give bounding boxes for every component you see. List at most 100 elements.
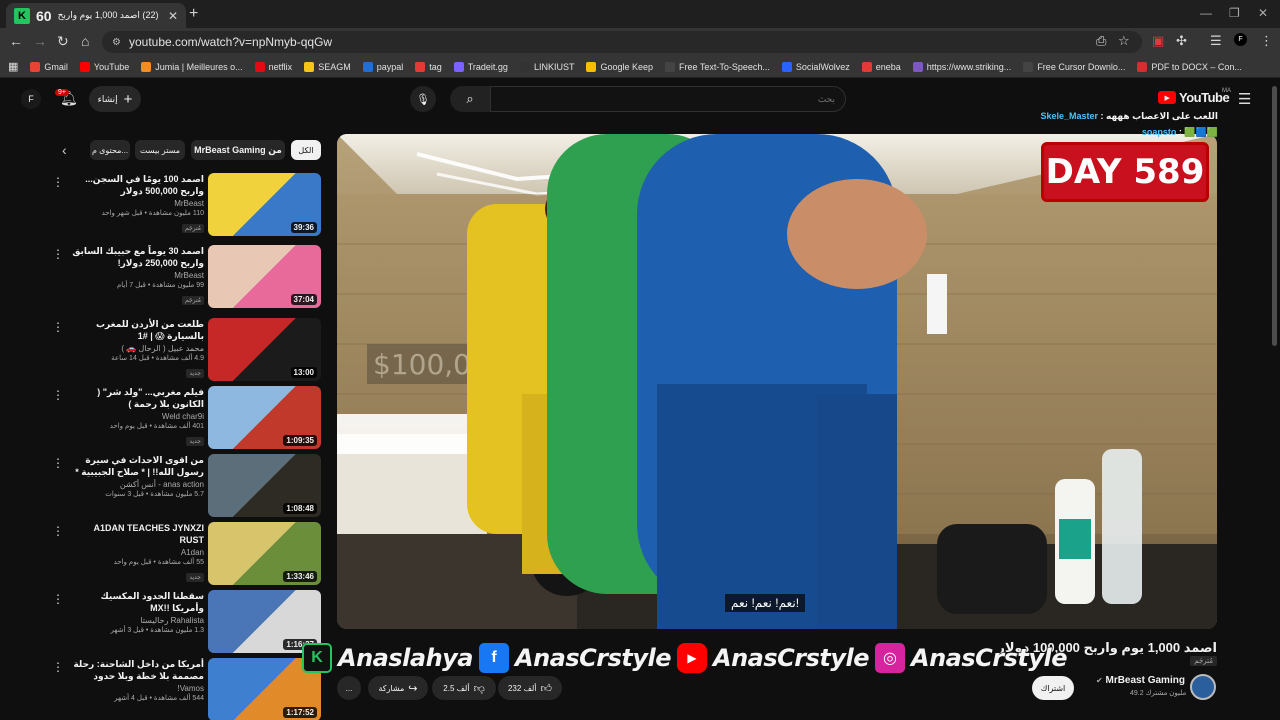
video-title[interactable]: من اقوى الاحداث في سيرة رسول الله!! | * … (70, 454, 204, 478)
recommended-video[interactable]: ⋮ سقطنا الحدود المكسيك وأمريكا !!MX Rahali… (50, 590, 322, 654)
more-options-icon[interactable]: ⋮ (52, 175, 64, 189)
home-icon[interactable]: ⌂ (81, 33, 89, 49)
bookmark-item[interactable]: Gmail (30, 61, 68, 72)
recommended-video[interactable]: ⋮ من اقوى الاحداث في سيرة رسول الله!! | *… (50, 454, 322, 518)
create-button[interactable]: إنشاء + (89, 86, 141, 112)
bookmark-item[interactable]: Tradeit.gg (453, 61, 508, 72)
recommended-video[interactable]: ⋮ فيلم مغربي... "ولد شر" ( الكانون بلا رح… (50, 386, 322, 450)
recommended-video[interactable]: ⋮ أمريكا من داخل الشاحنة: رحلة مصممة بلا … (50, 658, 322, 720)
bookmark-item[interactable]: Google Keep (586, 61, 653, 72)
bookmark-item[interactable]: tag (415, 61, 442, 72)
recommended-video[interactable]: ⋮ اصمد 100 يومًا في السجن... واربح 500,00… (50, 173, 322, 237)
guide-menu-icon[interactable]: ☰ (1238, 90, 1251, 108)
channel-name[interactable]: A1dan (70, 548, 204, 557)
chip-mrbeast[interactable]: مستر بيست (135, 140, 185, 160)
bookmarks-bar: ▦ Gmail YouTube Jumia | Meilleures o... net… (0, 56, 1280, 78)
channel-name[interactable]: Weld char9i (70, 412, 204, 421)
more-options-icon[interactable]: ⋮ (52, 320, 64, 334)
channel-avatar[interactable] (1190, 674, 1216, 700)
search-icon[interactable]: ⌕ (450, 86, 490, 112)
minimize-icon[interactable]: — (1200, 6, 1212, 20)
video-title[interactable]: سقطنا الحدود المكسيك وأمريكا !!MX (70, 590, 204, 614)
bookmark-item[interactable]: netflix (254, 61, 292, 72)
bookmark-item[interactable]: PDF to DOCX – Con... (1137, 61, 1242, 72)
channel-name[interactable]: MrBeast (70, 271, 204, 280)
address-bar[interactable]: ⚙ youtube.com/watch?v=npNmyb-qqGw (102, 31, 1142, 53)
bookmark-item[interactable]: LINKIUST (519, 61, 574, 72)
reading-list-icon[interactable]: ☰ (1210, 33, 1222, 49)
bookmark-item[interactable]: eneba (861, 61, 901, 72)
install-app-icon[interactable]: ⎙ (1096, 33, 1106, 49)
restore-icon[interactable]: ❐ (1229, 6, 1240, 20)
chip-mrbeast-gaming[interactable]: MrBeast Gaming من (191, 140, 285, 160)
recommended-video[interactable]: ⋮ A1DAN TEACHES JYNXZI RUST A1dan 55 ألف مش… (50, 522, 322, 586)
browser-tab[interactable]: K 60 (22) اصمد 1,000 يوم واربح ✕ (6, 3, 186, 28)
share-button[interactable]: مشاركة ↪ (368, 676, 428, 700)
channel-name[interactable]: ✔ MrBeast Gaming (1096, 675, 1185, 686)
youtube-logo[interactable]: ▶ YouTube (1158, 90, 1230, 105)
more-actions-button[interactable]: ... (337, 676, 361, 700)
video-thumbnail[interactable]: 1:33:46 (208, 522, 321, 585)
video-thumbnail[interactable]: 37:04 (208, 245, 321, 308)
chip-all[interactable]: الكل (291, 140, 321, 160)
video-title[interactable]: اصمد 30 يوماً مع حبيبك السابق واربح 250,… (70, 245, 204, 269)
chrome-menu-icon[interactable]: ⋮ (1260, 33, 1273, 49)
bookmark-item[interactable]: paypal (362, 61, 403, 72)
new-tab-icon[interactable]: + (189, 5, 198, 23)
video-player[interactable]: $100,000 DAY 589 نعم! نعم! نعم! (337, 134, 1217, 629)
more-options-icon[interactable]: ⋮ (52, 524, 64, 538)
bookmark-item[interactable]: https://www.striking... (912, 61, 1011, 72)
video-thumbnail[interactable]: 1:09:35 (208, 386, 321, 449)
extensions-icon[interactable]: ✣ (1176, 33, 1187, 49)
video-title[interactable]: طلعت من الأردن للمغرب بالسيارة 😱 | #1 (70, 318, 204, 342)
page-scrollbar[interactable] (1272, 86, 1277, 346)
account-avatar[interactable]: F (21, 89, 41, 109)
forward-icon[interactable]: → (33, 33, 47, 49)
channel-name[interactable]: anas action - أنس أكشن (70, 480, 204, 489)
video-badge: مُترجَم (181, 224, 204, 233)
extension-red-icon[interactable]: ▣ (1152, 33, 1164, 49)
video-thumbnail[interactable]: 1:08:48 (208, 454, 321, 517)
site-info-icon[interactable]: ⚙ (112, 37, 121, 48)
channel-name[interactable]: MrBeast (70, 199, 204, 208)
video-thumbnail[interactable]: 39:36 (208, 173, 321, 236)
more-options-icon[interactable]: ⋮ (52, 660, 64, 674)
bookmark-item[interactable]: SEAGM (304, 61, 351, 72)
more-options-icon[interactable]: ⋮ (52, 388, 64, 402)
apps-grid-icon[interactable]: ▦ (8, 60, 18, 73)
bookmark-item[interactable]: SocialWolvez (781, 61, 850, 72)
bookmark-star-icon[interactable]: ☆ (1118, 33, 1130, 49)
bookmark-item[interactable]: Free Cursor Downlo... (1023, 61, 1125, 72)
channel-name[interactable]: Rahalista رحاليستا (70, 616, 204, 625)
like-button[interactable]: 232 ألف 👍︎ (498, 676, 562, 700)
video-title[interactable]: أمريكا من داخل الشاحنة: رحلة مصممة بلا خ… (70, 658, 204, 682)
close-window-icon[interactable]: ✕ (1258, 6, 1268, 20)
video-title[interactable]: اصمد 100 يومًا في السجن... واربح 500,000… (70, 173, 204, 197)
chips-scroll-left-icon[interactable]: ‹ (62, 142, 67, 158)
video-title[interactable]: A1DAN TEACHES JYNXZI RUST (70, 522, 204, 546)
bookmark-item[interactable]: YouTube (79, 61, 129, 72)
video-title[interactable]: فيلم مغربي... "ولد شر" ( الكانون بلا رحم… (70, 386, 204, 410)
dislike-button[interactable]: 2.5 ألف 👎︎ (432, 676, 496, 700)
reload-icon[interactable]: ↻ (57, 33, 69, 50)
search-input[interactable] (490, 86, 846, 112)
more-options-icon[interactable]: ⋮ (52, 456, 64, 470)
chip-related[interactable]: محتوى م... (90, 140, 130, 160)
bookmark-item[interactable]: Jumia | Meilleures o... (141, 61, 243, 72)
verified-check-icon: ✔ (1096, 676, 1103, 685)
bookmark-item[interactable]: Free Text-To-Speech... (665, 61, 770, 72)
video-thumbnail[interactable]: 13:00 (208, 318, 321, 381)
channel-name[interactable]: Vamos! (70, 684, 204, 693)
subscribe-button[interactable]: اشتراك (1032, 676, 1074, 700)
tab-title: (22) اصمد 1,000 يوم واربح (57, 10, 159, 20)
more-options-icon[interactable]: ⋮ (52, 592, 64, 606)
voice-search-mic-icon[interactable]: 🎙︎ (410, 86, 436, 112)
tab-close-icon[interactable]: ✕ (168, 9, 178, 23)
back-icon[interactable]: ← (9, 33, 23, 49)
profile-avatar-icon[interactable]: F (1234, 33, 1247, 46)
recommended-video[interactable]: ⋮ طلعت من الأردن للمغرب بالسيارة 😱 | #1 مح… (50, 318, 322, 382)
channel-name[interactable]: محمد عبيل ( الرحال 🚗 ) (70, 344, 204, 353)
recommended-video[interactable]: ⋮ اصمد 30 يوماً مع حبيبك السابق واربح 250… (50, 245, 322, 309)
more-options-icon[interactable]: ⋮ (52, 247, 64, 261)
bookmark-favicon-icon (30, 61, 41, 72)
